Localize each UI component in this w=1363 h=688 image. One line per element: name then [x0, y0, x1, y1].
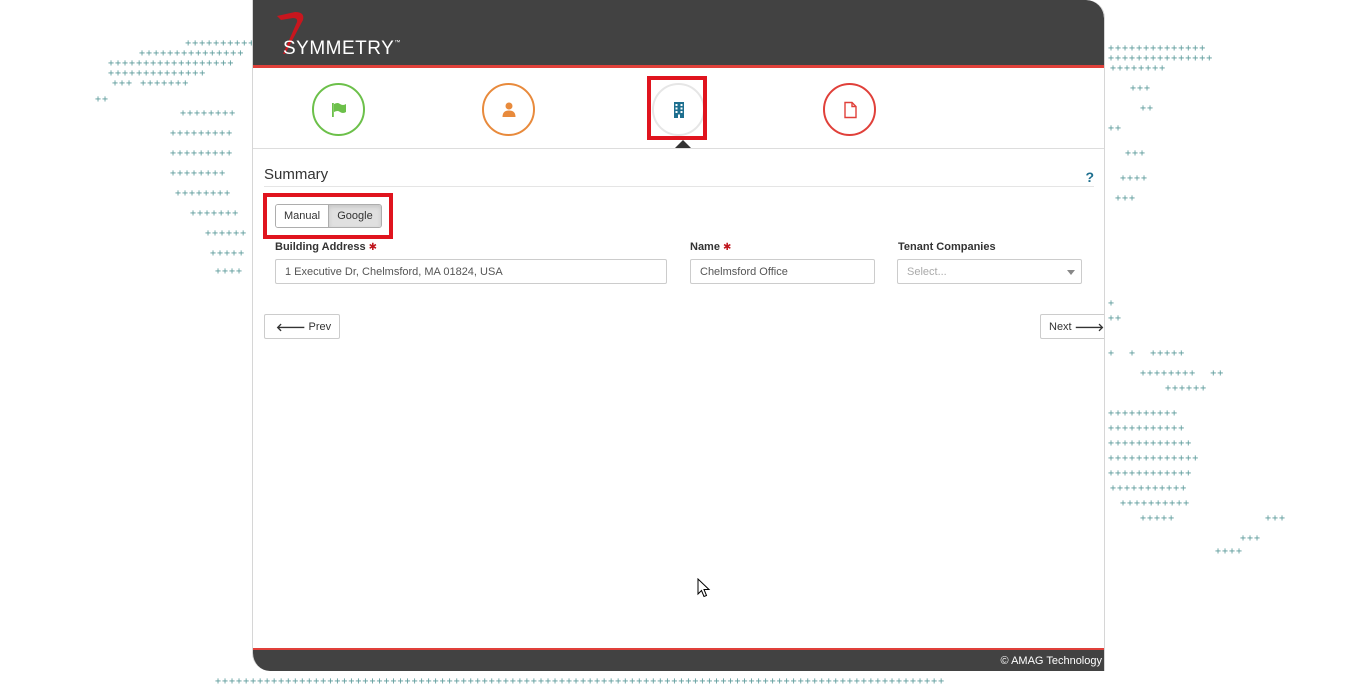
building-address-label: Building Address ✱	[275, 241, 378, 253]
summary-header: Summary ?	[264, 166, 1094, 187]
required-marker: ✱	[722, 242, 732, 253]
active-step-pointer	[675, 140, 691, 148]
name-input[interactable]: Chelmsford Office	[690, 259, 875, 284]
tenant-companies-placeholder: Select...	[907, 265, 947, 278]
name-label: Name ✱	[690, 241, 732, 253]
help-icon[interactable]: ?	[1085, 169, 1094, 185]
copyright-text: © AMAG Technology	[1000, 654, 1102, 667]
step-flag-button[interactable]	[312, 83, 365, 136]
manual-toggle-button[interactable]: Manual	[276, 205, 329, 227]
mouse-cursor-icon	[697, 578, 711, 598]
required-marker: ✱	[368, 242, 378, 253]
app-window: SYMMETRY™ Summary ? Manual Google Buildi…	[252, 0, 1105, 671]
tenant-companies-label: Tenant Companies	[898, 241, 996, 253]
arrow-right-icon: 🡒	[1074, 321, 1105, 334]
app-header: SYMMETRY™	[253, 0, 1104, 68]
document-icon	[843, 101, 857, 118]
app-footer: © AMAG Technology	[253, 648, 1104, 671]
wizard-steps	[253, 68, 1104, 149]
arrow-left-icon: 🡐	[276, 321, 306, 334]
mode-toggle: Manual Google	[275, 204, 382, 228]
building-address-input[interactable]: 1 Executive Dr, Chelmsford, MA 01824, US…	[275, 259, 667, 284]
step-document-button[interactable]	[823, 83, 876, 136]
logo-text: SYMMETRY™	[283, 38, 401, 59]
page-title: Summary	[264, 166, 329, 183]
mode-toggle-highlight: Manual Google	[263, 193, 393, 239]
step-person-button[interactable]	[482, 83, 535, 136]
active-step-highlight	[647, 76, 707, 140]
prev-button[interactable]: 🡐 Prev	[264, 314, 341, 339]
user-icon	[502, 102, 515, 117]
flag-icon	[331, 102, 346, 117]
chevron-down-icon	[1067, 270, 1075, 275]
next-button[interactable]: Next 🡒	[1040, 314, 1105, 339]
tenant-companies-select[interactable]: Select...	[897, 259, 1082, 284]
google-toggle-button[interactable]: Google	[329, 205, 381, 227]
